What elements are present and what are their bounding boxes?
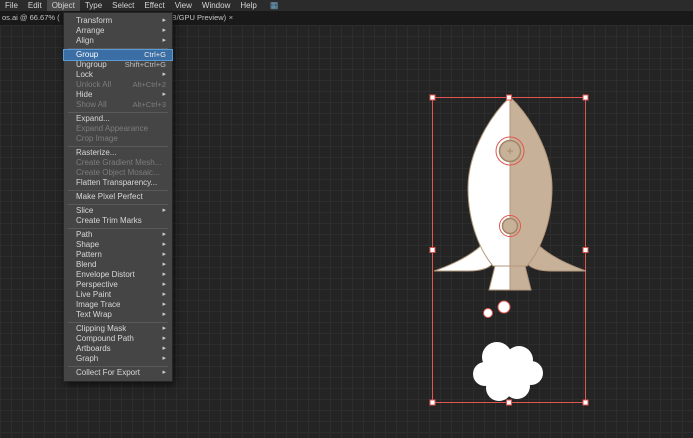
menu-item-rasterize[interactable]: Rasterize... (64, 148, 172, 158)
menu-item-create-trim-marks[interactable]: Create Trim Marks (64, 216, 172, 226)
menu-item-path[interactable]: Path ▸ (64, 230, 172, 240)
document-title-left-fragment: os.ai @ 66.67% ( (2, 13, 60, 22)
menu-bar: File Edit Object Type Select Effect View Window… (0, 0, 693, 11)
menu-bar-items: File Edit Object Type Select Effect View Window… (0, 0, 262, 11)
menu-item-artboards[interactable]: Artboards ▸ (64, 344, 172, 354)
selection-handle[interactable] (506, 399, 512, 406)
smoke-cloud[interactable] (473, 342, 543, 401)
menu-item-slice[interactable]: Slice ▸ (64, 206, 172, 216)
menu-item-graph[interactable]: Graph ▸ (64, 354, 172, 364)
menu-item-expand[interactable]: Expand... (64, 114, 172, 124)
menubar-item-effect[interactable]: Effect (139, 0, 169, 11)
menu-item-arrange[interactable]: Arrange ▸ (64, 26, 172, 36)
menubar-item-edit[interactable]: Edit (23, 0, 47, 11)
rocket-nozzle-right[interactable] (509, 265, 532, 291)
selection-handle[interactable] (582, 94, 589, 101)
selection-handle[interactable] (429, 399, 436, 406)
menubar-item-help[interactable]: Help (235, 0, 261, 11)
menu-item-compound-path[interactable]: Compound Path ▸ (64, 334, 172, 344)
menu-item-make-pixel-perfect[interactable]: Make Pixel Perfect (64, 192, 172, 202)
selection-handle[interactable] (582, 399, 589, 406)
menubar-item-file[interactable]: File (0, 0, 23, 11)
menu-separator (68, 203, 168, 205)
menu-item-envelope-distort[interactable]: Envelope Distort ▸ (64, 270, 172, 280)
menu-item-create-gradient-mesh: Create Gradient Mesh... (76, 158, 162, 167)
menu-separator (68, 47, 168, 49)
selection-handle[interactable] (582, 247, 589, 253)
rocket-body-right[interactable] (509, 95, 553, 267)
tab-close-icon[interactable]: × (226, 11, 236, 25)
menu-item-show-all: Show All Alt+Ctrl+3 (76, 100, 166, 109)
menu-item-create-object-mosaic: Create Object Mosaic... (76, 168, 160, 177)
menu-item-hide[interactable]: Hide ▸ (64, 90, 172, 100)
menu-separator (68, 145, 168, 147)
menu-item-collect-for-export[interactable]: Collect For Export ▸ (64, 368, 172, 378)
rocket-window-top[interactable] (495, 136, 525, 166)
rocket-nozzle-left[interactable] (488, 265, 511, 291)
menu-item-perspective[interactable]: Perspective ▸ (64, 280, 172, 290)
menu-item-lock[interactable]: Lock ▸ (64, 70, 172, 80)
menu-separator (68, 189, 168, 191)
selection-handle[interactable] (429, 247, 436, 253)
menubar-item-type[interactable]: Type (80, 0, 107, 11)
menu-item-blend[interactable]: Blend ▸ (64, 260, 172, 270)
menu-item-unlock-all: Unlock All Alt+Ctrl+2 (76, 80, 166, 89)
rocket-body-left[interactable] (467, 95, 511, 267)
menubar-item-view[interactable]: View (170, 0, 197, 11)
workspace-grid-icon[interactable]: ▦ (270, 0, 279, 11)
menu-item-ungroup[interactable]: Ungroup Shift+Ctrl+G (64, 60, 172, 70)
menu-separator (68, 321, 168, 323)
menu-item-crop-image: Crop Image (76, 134, 118, 143)
selection-handle[interactable] (506, 94, 512, 101)
menu-item-pattern[interactable]: Pattern ▸ (64, 250, 172, 260)
menu-item-group[interactable]: Group Ctrl+G (63, 49, 173, 61)
menu-item-live-paint[interactable]: Live Paint ▸ (64, 290, 172, 300)
smoke-puff-small[interactable] (483, 300, 511, 318)
menu-item-align[interactable]: Align ▸ (64, 36, 172, 46)
menu-item-flatten-transparency[interactable]: Flatten Transparency... (64, 178, 172, 188)
menu-item-shape[interactable]: Shape ▸ (64, 240, 172, 250)
menu-item-expand-appearance: Expand Appearance (76, 124, 149, 133)
menu-separator (68, 227, 168, 229)
menu-item-clipping-mask[interactable]: Clipping Mask ▸ (64, 324, 172, 334)
menu-separator (68, 111, 168, 113)
menu-item-text-wrap[interactable]: Text Wrap ▸ (64, 310, 172, 320)
menu-item-transform[interactable]: Transform ▸ (64, 16, 172, 26)
menubar-item-select[interactable]: Select (107, 0, 139, 11)
menubar-item-window[interactable]: Window (197, 0, 235, 11)
menu-item-image-trace[interactable]: Image Trace ▸ (64, 300, 172, 310)
selection-handle[interactable] (429, 94, 436, 101)
menubar-item-object[interactable]: Object (46, 0, 80, 11)
menu-separator (68, 365, 168, 367)
object-menu-dropdown: Transform ▸ Arrange ▸ Align ▸ Group Ctrl+G Ungro… (63, 12, 173, 382)
rocket-window-bottom[interactable] (499, 215, 521, 237)
